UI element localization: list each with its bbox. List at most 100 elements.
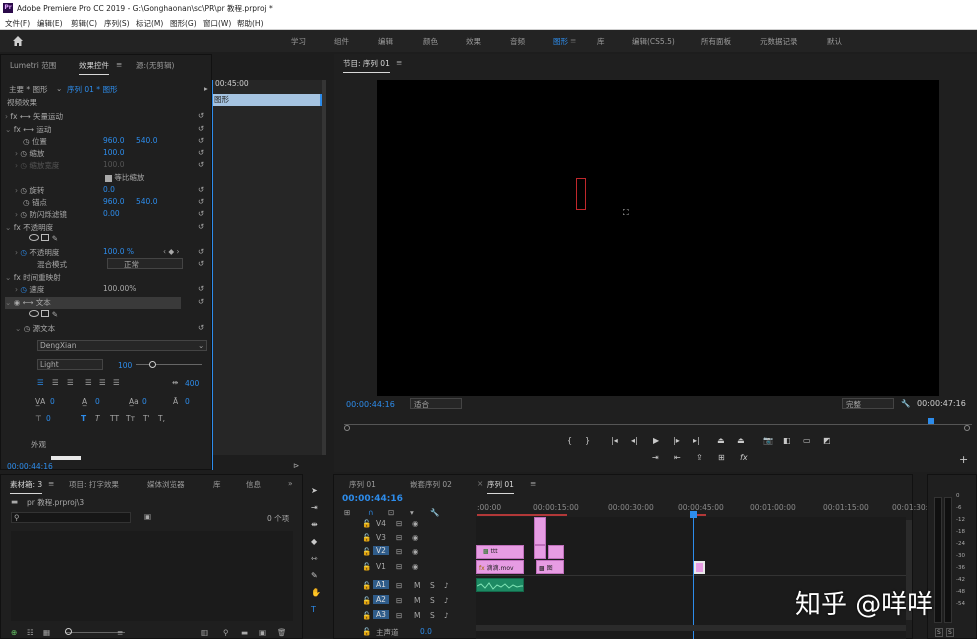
panel-menu-icon[interactable]: ≡: [116, 60, 122, 69]
effect-row-time-remap[interactable]: ⌄ fx 时间重映射: [5, 272, 61, 284]
reset-icon[interactable]: ↺: [198, 197, 204, 206]
type-tool-icon[interactable]: T: [311, 605, 316, 614]
workspace-default[interactable]: 默认: [827, 36, 842, 47]
export-frame-icon[interactable]: 📷: [763, 436, 773, 445]
align-right-icon[interactable]: ☰: [67, 378, 74, 387]
overwrite-icon[interactable]: ⇤: [674, 453, 681, 462]
new-item-icon[interactable]: ▣: [259, 628, 266, 637]
reset-icon[interactable]: ↺: [198, 284, 204, 293]
add-button-icon[interactable]: +: [959, 453, 968, 466]
work-area-bar[interactable]: [477, 514, 567, 516]
workspace-effects[interactable]: 效果: [466, 36, 481, 47]
eye-icon[interactable]: ◉: [412, 533, 419, 542]
align-left-icon[interactable]: ☰: [37, 378, 44, 387]
solo-right-button[interactable]: S: [946, 628, 954, 637]
extract-icon[interactable]: ⏏: [737, 436, 745, 445]
workspace-all-panels[interactable]: 所有面板: [701, 36, 731, 47]
reset-icon[interactable]: ↺: [198, 297, 204, 306]
rectangle-mask-icon[interactable]: [41, 310, 50, 317]
multi-cam-icon[interactable]: ⊞: [718, 453, 725, 462]
mute-icon[interactable]: M: [414, 596, 420, 605]
project-search-input[interactable]: ⚲: [11, 512, 131, 523]
property-opacity[interactable]: › ◷ 不透明度 100.0 % ‹ ◆ ›: [15, 247, 180, 259]
rectangle-mask-icon[interactable]: [41, 234, 50, 241]
text-bounding-box[interactable]: [576, 178, 586, 210]
uniform-scale-checkbox[interactable]: 等比缩放: [105, 172, 144, 184]
workspace-graphics[interactable]: 图形: [553, 36, 568, 47]
property-rotation[interactable]: › ◷ 旋转 0.0: [15, 185, 115, 197]
faux-bold-button[interactable]: T: [81, 414, 86, 423]
step-back-icon[interactable]: ◂|: [631, 436, 638, 445]
track-header-v2[interactable]: 🔓 V2 ⊟ ◉: [334, 545, 474, 559]
project-items-area[interactable]: [11, 531, 293, 621]
clip-pink-v2b[interactable]: [548, 545, 564, 559]
zoom-left-handle[interactable]: [344, 425, 350, 431]
sync-lock-icon[interactable]: ⊟: [396, 519, 402, 528]
export-icon[interactable]: ⇪: [696, 453, 703, 462]
tab-sequence-01[interactable]: 序列 01: [349, 479, 376, 490]
nest-icon[interactable]: ⊞: [344, 508, 350, 517]
tab-lumetri-scopes[interactable]: Lumetri 范围: [10, 60, 56, 71]
lock-icon[interactable]: 🔓: [362, 596, 371, 605]
menu-graphics[interactable]: 图形(G): [170, 18, 197, 29]
tab-source[interactable]: 源:(无剪辑): [136, 60, 174, 71]
more-tabs-icon[interactable]: »: [288, 479, 293, 488]
tab-libraries[interactable]: 库: [213, 479, 221, 490]
menu-file[interactable]: 文件(F): [5, 18, 30, 29]
stopwatch-icon[interactable]: ◷: [23, 137, 30, 146]
track-select-icon[interactable]: ⇥: [311, 503, 318, 512]
sync-lock-icon[interactable]: ⊟: [396, 533, 402, 542]
fx-icon[interactable]: fx: [740, 453, 748, 462]
reset-icon[interactable]: ↺: [198, 247, 204, 256]
lock-icon[interactable]: 🔓: [362, 581, 371, 590]
microphone-icon[interactable]: ♪: [444, 581, 449, 590]
effects-timecode[interactable]: 00:00:44:16: [7, 462, 53, 471]
workspace-learn[interactable]: 学习: [291, 36, 306, 47]
go-to-in-icon[interactable]: |◂: [611, 436, 618, 445]
clip-v1-graphic-selected[interactable]: [694, 561, 705, 574]
microphone-icon[interactable]: ♪: [444, 611, 449, 620]
tab-info[interactable]: 信息: [246, 479, 261, 490]
ellipse-mask-icon[interactable]: [29, 310, 39, 317]
workspace-metadata[interactable]: 元数据记录: [760, 36, 798, 47]
new-bin-footer-icon[interactable]: ▬: [241, 628, 248, 637]
panel-menu-icon[interactable]: ≡: [396, 58, 402, 67]
ripple-edit-icon[interactable]: ⇼: [311, 520, 318, 529]
effect-row-opacity[interactable]: ⌄ fx 不透明度: [5, 222, 53, 234]
filter-icon[interactable]: ⊳: [293, 461, 299, 470]
tab-nested-sequence[interactable]: 嵌套序列 02: [410, 479, 452, 490]
font-style-select[interactable]: Light: [37, 359, 103, 370]
panel-menu-icon[interactable]: ≡: [48, 479, 54, 488]
trash-icon[interactable]: 🗑: [277, 628, 287, 637]
program-monitor-title[interactable]: 节目: 序列 01: [343, 58, 390, 73]
slip-icon[interactable]: ⇿: [311, 554, 318, 563]
sync-lock-icon[interactable]: ⊟: [396, 581, 402, 590]
solo-left-button[interactable]: S: [935, 628, 943, 637]
sync-lock-icon[interactable]: ⊟: [396, 547, 402, 556]
timeline-playhead-line[interactable]: [693, 517, 694, 639]
blend-mode-select[interactable]: 正常: [107, 258, 183, 269]
clip-v1-tu[interactable]: ▩ 图: [536, 560, 564, 574]
sync-lock-icon[interactable]: ⊟: [396, 611, 402, 620]
zoom-right-handle[interactable]: [964, 425, 970, 431]
property-speed[interactable]: › ◷ 速度 100.00%: [15, 284, 136, 296]
play-icon[interactable]: ▶: [653, 436, 659, 445]
reset-icon[interactable]: ↺: [198, 111, 204, 120]
tab-effect-controls[interactable]: 效果控件: [79, 60, 109, 75]
play-arrow-icon[interactable]: ▸: [204, 84, 208, 93]
effect-row-text[interactable]: ⌄ ◉ ⟷ 文本: [5, 297, 181, 309]
icon-view-icon[interactable]: ▦: [43, 628, 50, 637]
eye-icon[interactable]: ◉: [412, 519, 419, 528]
fit-select[interactable]: 适合: [410, 398, 462, 409]
selection-tool-icon[interactable]: ➤: [311, 486, 318, 495]
timeline-settings-icon[interactable]: 🔧: [430, 508, 439, 517]
superscript-button[interactable]: T': [143, 414, 150, 423]
horizontal-scrollbar[interactable]: [476, 625, 906, 631]
lock-icon[interactable]: 🔓: [362, 627, 371, 636]
vr-video-icon[interactable]: ◩: [823, 436, 831, 445]
pen-mask-icon[interactable]: ✎: [52, 234, 58, 243]
keyframe-nav-icon[interactable]: ‹ ◆ ›: [163, 247, 180, 256]
step-forward-icon[interactable]: |▸: [673, 436, 680, 445]
property-antiflicker[interactable]: › ◷ 防闪烁滤镜 0.00: [15, 209, 120, 221]
lock-icon[interactable]: 🔓: [362, 519, 371, 528]
